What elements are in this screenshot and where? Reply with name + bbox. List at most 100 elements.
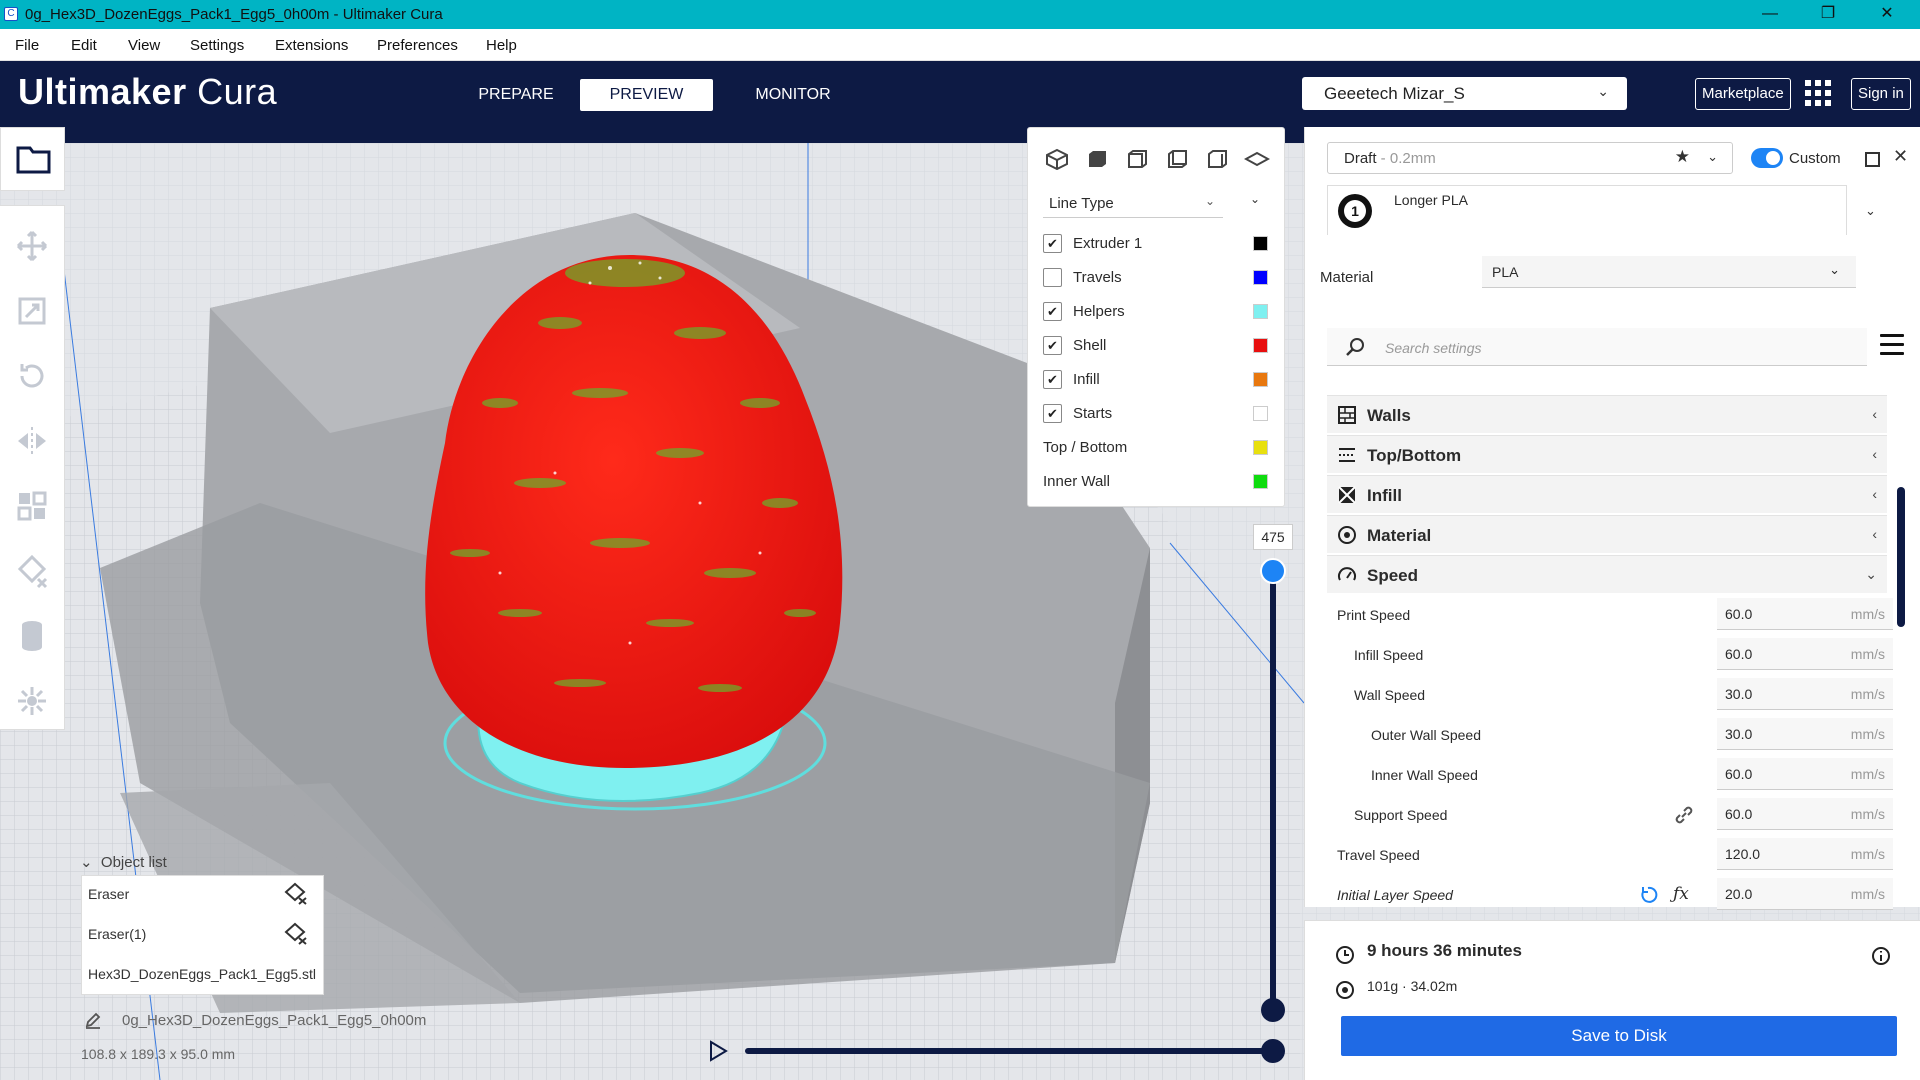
open-file-button[interactable] — [0, 127, 65, 191]
right-view-icon[interactable] — [1204, 148, 1230, 170]
support-blocker-icon[interactable] — [12, 551, 52, 591]
menu-preferences[interactable]: Preferences — [377, 37, 458, 54]
list-item[interactable]: Eraser(1) — [88, 918, 318, 948]
setting-label: Inner Wall Speed — [1371, 767, 1478, 783]
settings-scrollbar[interactable] — [1897, 487, 1905, 627]
setting-value-input[interactable]: 60.0 mm/s — [1717, 758, 1893, 790]
setting-label: Print Speed — [1337, 607, 1411, 623]
dock-panel-icon[interactable] — [1865, 152, 1880, 167]
clock-icon — [1336, 946, 1354, 964]
job-name[interactable]: 0g_Hex3D_DozenEggs_Pack1_Egg5_0h00m — [122, 1012, 426, 1029]
path-slider-track[interactable] — [745, 1048, 1275, 1054]
left-view-icon[interactable] — [1164, 148, 1190, 170]
custom-supports-icon[interactable] — [12, 681, 52, 721]
close-window-button[interactable]: ✕ — [1872, 4, 1902, 26]
printer-selector[interactable]: Geeetech Mizar_S ⌄ — [1302, 77, 1627, 110]
menu-help[interactable]: Help — [486, 37, 517, 54]
legend-infill[interactable]: ✔ Infill — [1043, 368, 1273, 392]
legend-shell[interactable]: ✔ Shell — [1043, 334, 1273, 358]
category-material[interactable]: Material ‹ — [1327, 515, 1887, 553]
checkbox-checked-icon[interactable]: ✔ — [1043, 336, 1062, 355]
path-slider-handle[interactable] — [1261, 1039, 1285, 1063]
extruder-tab[interactable]: 1 Longer PLA — [1327, 185, 1847, 235]
infill-icon — [1338, 486, 1356, 504]
menu-edit[interactable]: Edit — [71, 37, 97, 54]
layer-view-icon[interactable] — [1244, 148, 1270, 170]
menu-view[interactable]: View — [128, 37, 160, 54]
rotate-tool-icon[interactable] — [12, 356, 52, 396]
function-icon[interactable]: ƒx — [1673, 884, 1695, 906]
legend-helpers[interactable]: ✔ Helpers — [1043, 300, 1273, 324]
marketplace-button[interactable]: Marketplace — [1695, 78, 1791, 110]
setting-initial-layer-speed: Initial Layer Speed ƒx 20.0 mm/s — [1327, 875, 1893, 913]
legend-extruder-1[interactable]: ✔ Extruder 1 — [1043, 232, 1273, 256]
list-item[interactable]: Hex3D_DozenEggs_Pack1_Egg5.stl — [88, 958, 318, 988]
minimize-button[interactable]: — — [1755, 4, 1785, 26]
settings-visibility-menu-icon[interactable] — [1880, 334, 1906, 358]
category-walls[interactable]: Walls ‹ — [1327, 395, 1887, 433]
cylinder-tool-icon[interactable] — [12, 616, 52, 656]
reset-icon[interactable] — [1637, 884, 1659, 906]
star-icon[interactable]: ★ — [1675, 147, 1690, 167]
layer-number-input[interactable]: 475 — [1253, 524, 1293, 550]
custom-mode-toggle[interactable] — [1751, 148, 1783, 168]
color-scheme-dropdown[interactable]: Line Type ⌄ — [1043, 188, 1223, 218]
extruder-badge-icon: 1 — [1338, 194, 1372, 228]
menu-settings[interactable]: Settings — [190, 37, 244, 54]
layer-slider-upper-handle[interactable] — [1260, 558, 1286, 584]
setting-label: Outer Wall Speed — [1371, 727, 1481, 743]
legend-travels[interactable]: Travels — [1043, 266, 1273, 290]
close-icon[interactable]: ✕ — [1893, 146, 1908, 167]
menu-file[interactable]: File — [15, 37, 39, 54]
pencil-icon[interactable] — [84, 1011, 102, 1029]
setting-value-input[interactable]: 60.0 mm/s — [1717, 798, 1893, 830]
material-selector[interactable]: PLA ⌄ — [1482, 256, 1856, 288]
checkbox-checked-icon[interactable]: ✔ — [1043, 234, 1062, 253]
per-model-settings-icon[interactable] — [12, 486, 52, 526]
profile-selector[interactable]: Draft - 0.2mm ★ ⌄ — [1327, 142, 1733, 174]
chevron-down-icon[interactable]: ⌄ — [1865, 203, 1876, 219]
object-list-toggle[interactable]: ⌄ Object list — [80, 853, 167, 871]
collapse-legend-icon[interactable]: ⌄ — [1250, 192, 1260, 206]
play-simulation-icon[interactable] — [708, 1040, 728, 1062]
save-to-disk-button[interactable]: Save to Disk — [1341, 1016, 1897, 1056]
layer-slider-lower-handle[interactable] — [1261, 998, 1285, 1022]
spool-icon — [1336, 981, 1354, 999]
tab-preview[interactable]: PREVIEW — [580, 79, 713, 111]
setting-value-input[interactable]: 120.0 mm/s — [1717, 838, 1893, 870]
sign-in-button[interactable]: Sign in — [1851, 78, 1911, 110]
move-tool-icon[interactable] — [12, 226, 52, 266]
mirror-tool-icon[interactable] — [12, 421, 52, 461]
category-top-bottom[interactable]: Top/Bottom ‹ — [1327, 435, 1887, 473]
menu-extensions[interactable]: Extensions — [275, 37, 348, 54]
tab-monitor[interactable]: MONITOR — [733, 79, 853, 111]
tool-panel — [0, 205, 65, 730]
legend-label: Top / Bottom — [1043, 439, 1128, 456]
list-item[interactable]: Eraser — [88, 878, 318, 908]
checkbox-checked-icon[interactable]: ✔ — [1043, 302, 1062, 321]
3d-view-icon[interactable] — [1044, 148, 1070, 170]
layer-slider-track[interactable] — [1270, 570, 1276, 1010]
search-settings-input[interactable]: Search settings — [1327, 328, 1867, 366]
setting-value-input[interactable]: 30.0 mm/s — [1717, 718, 1893, 750]
front-view-icon[interactable] — [1084, 148, 1110, 170]
info-icon[interactable] — [1871, 946, 1891, 966]
category-speed[interactable]: Speed ⌄ — [1327, 555, 1887, 593]
category-name: Material — [1367, 526, 1432, 545]
maximize-button[interactable]: ❐ — [1813, 4, 1843, 26]
setting-value-input[interactable]: 30.0 mm/s — [1717, 678, 1893, 710]
setting-value-input[interactable]: 60.0 mm/s — [1717, 598, 1893, 630]
setting-value-input[interactable]: 20.0 mm/s — [1717, 878, 1893, 910]
checkbox-checked-icon[interactable]: ✔ — [1043, 404, 1062, 423]
scale-tool-icon[interactable] — [12, 291, 52, 331]
apps-grid-icon[interactable] — [1805, 80, 1831, 106]
checkbox-unchecked-icon[interactable] — [1043, 268, 1062, 287]
category-infill[interactable]: Infill ‹ — [1327, 475, 1887, 513]
legend-label: Travels — [1073, 269, 1122, 286]
link-icon[interactable] — [1673, 804, 1695, 826]
checkbox-checked-icon[interactable]: ✔ — [1043, 370, 1062, 389]
legend-starts[interactable]: ✔ Starts — [1043, 402, 1273, 426]
top-view-icon[interactable] — [1124, 148, 1150, 170]
setting-value-input[interactable]: 60.0 mm/s — [1717, 638, 1893, 670]
tab-prepare[interactable]: PREPARE — [456, 79, 576, 111]
